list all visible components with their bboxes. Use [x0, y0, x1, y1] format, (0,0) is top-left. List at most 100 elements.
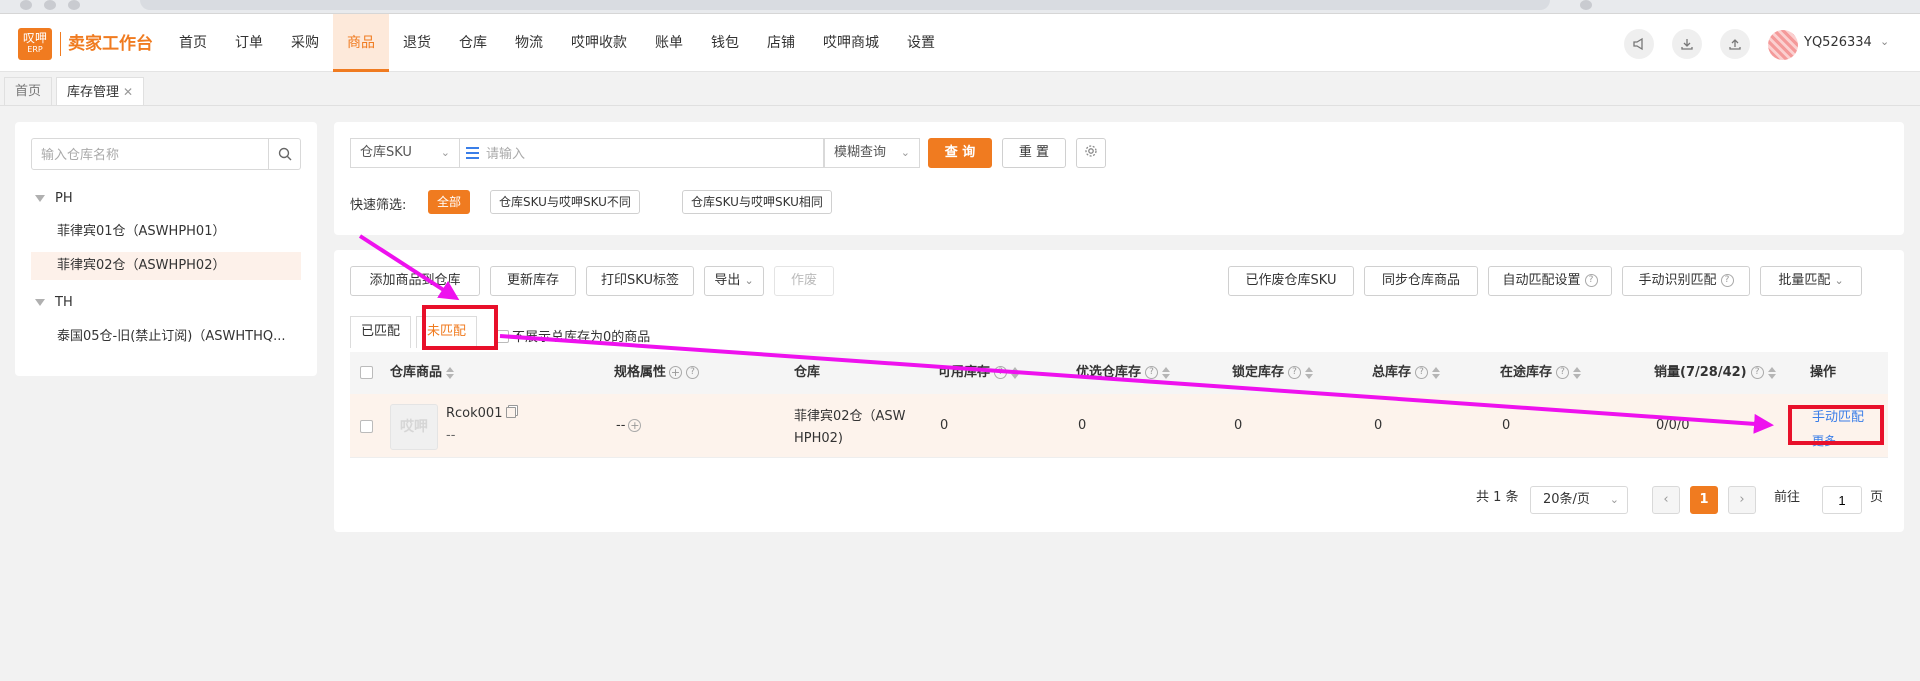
voided-sku-button[interactable]: 已作废仓库SKU	[1228, 266, 1354, 296]
add-circle-icon[interactable]: +	[669, 366, 683, 379]
username[interactable]: YQ526334	[1804, 35, 1872, 50]
browser-reload-icon[interactable]	[68, 0, 80, 10]
print-sku-label-button[interactable]: 打印SKU标签	[586, 266, 694, 296]
quick-filter-all[interactable]: 全部	[428, 190, 471, 214]
tree-group-ph[interactable]: PH	[31, 185, 301, 213]
goto-page-input[interactable]	[1823, 487, 1861, 513]
logo-text: 叹呷	[22, 31, 47, 45]
manual-match-link[interactable]: 手动匹配	[1812, 406, 1864, 425]
app-logo[interactable]: 叹呷 ERP	[18, 28, 52, 60]
export-button[interactable]: 导出 ⌄	[704, 266, 764, 296]
add-circle-icon[interactable]: +	[628, 419, 642, 432]
match-mode-select[interactable]: 模糊查询 ⌄	[824, 138, 920, 168]
next-page-button[interactable]: ›	[1728, 486, 1756, 514]
sort-icon[interactable]	[1162, 366, 1171, 379]
sort-icon[interactable]	[1011, 366, 1020, 379]
browser-toolbar	[0, 0, 1920, 14]
more-actions-link[interactable]: 更多 ⌄	[1812, 432, 1850, 449]
warehouse-search-input[interactable]	[32, 139, 270, 169]
megaphone-icon[interactable]	[1624, 29, 1654, 59]
download-icon[interactable]	[1672, 29, 1702, 59]
chevron-down-icon[interactable]: ⌄	[1880, 35, 1889, 48]
sort-icon[interactable]	[1305, 366, 1314, 379]
close-icon[interactable]: ✕	[123, 85, 133, 99]
column-label: 仓库商品	[390, 365, 443, 380]
table-row: 哎呷 Rcok001 -- -- + 菲律宾02仓（ASW HPH02) 0 0 0…	[350, 394, 1888, 458]
tree-group-th[interactable]: TH	[31, 289, 301, 317]
column-available-stock[interactable]: 可用库存?	[938, 352, 1020, 394]
search-button[interactable]	[268, 139, 300, 169]
tree-item-aswhph01[interactable]: 菲律宾01仓（ASWHPH01）	[31, 218, 301, 246]
tab-unmatched[interactable]: 未匹配	[416, 316, 478, 348]
caret-down-icon[interactable]	[35, 299, 45, 306]
batch-match-button[interactable]: 批量匹配 ⌄	[1760, 266, 1862, 296]
nav-item-settings[interactable]: 设置	[893, 14, 949, 72]
manual-identify-match-button[interactable]: 手动识别匹配?	[1622, 266, 1750, 296]
tree-item-aswhph02[interactable]: 菲律宾02仓（ASWHPH02）	[31, 252, 301, 280]
row-checkbox[interactable]	[360, 419, 373, 434]
keyword-input[interactable]	[486, 139, 816, 167]
update-stock-button[interactable]: 更新库存	[490, 266, 576, 296]
column-locked-stock[interactable]: 锁定库存?	[1232, 352, 1314, 394]
quick-filter-sku-different[interactable]: 仓库SKU与哎呷SKU不同	[490, 190, 640, 214]
product-sku: Rcok001	[446, 406, 517, 421]
quick-filter-sku-same[interactable]: 仓库SKU与哎呷SKU相同	[682, 190, 832, 214]
browser-forward-icon[interactable]	[44, 0, 56, 10]
column-label: 总库存	[1372, 365, 1412, 380]
sales-value: 0/0/0	[1656, 418, 1690, 433]
column-total-stock[interactable]: 总库存?	[1372, 352, 1441, 394]
reset-button[interactable]: 重 置	[1002, 138, 1066, 168]
browser-back-icon[interactable]	[20, 0, 32, 10]
sku-field-select[interactable]: 仓库SKU ⌄	[350, 138, 460, 168]
page-suffix: 页	[1870, 490, 1884, 505]
list-search-icon	[466, 147, 479, 159]
avatar[interactable]	[1768, 30, 1798, 60]
column-label: 锁定库存	[1232, 365, 1285, 380]
page-tab-inventory[interactable]: 库存管理 ✕	[56, 77, 145, 105]
nav-item-warehouse[interactable]: 仓库	[445, 14, 501, 72]
nav-item-orders[interactable]: 订单	[221, 14, 277, 72]
select-all-checkbox[interactable]	[360, 352, 373, 394]
sort-icon[interactable]	[1573, 366, 1582, 379]
nav-item-purchase[interactable]: 采购	[277, 14, 333, 72]
copy-icon[interactable]	[506, 407, 517, 418]
nav-item-bills[interactable]: 账单	[641, 14, 697, 72]
settings-gear-button[interactable]	[1076, 138, 1106, 168]
page-size-select[interactable]: 20条/页 ⌄	[1530, 486, 1628, 514]
product-sub: --	[446, 428, 456, 443]
page-tab-home[interactable]: 首页	[4, 77, 53, 105]
prev-page-button[interactable]: ‹	[1652, 486, 1680, 514]
browser-address-bar[interactable]	[140, 0, 1550, 10]
sort-icon[interactable]	[1767, 366, 1776, 379]
auto-match-settings-button[interactable]: 自动匹配设置?	[1488, 266, 1612, 296]
page-number-1[interactable]: 1	[1690, 486, 1718, 514]
nav-item-products[interactable]: 商品	[333, 14, 389, 72]
nav-item-logistics[interactable]: 物流	[501, 14, 557, 72]
nav-item-payments[interactable]: 哎呷收款	[557, 14, 641, 72]
tab-matched[interactable]: 已匹配	[350, 316, 412, 348]
column-in-transit-stock[interactable]: 在途库存?	[1500, 352, 1582, 394]
sort-icon[interactable]	[446, 366, 455, 379]
caret-down-icon[interactable]	[35, 195, 45, 202]
nav-item-wallet[interactable]: 钱包	[697, 14, 753, 72]
upload-icon[interactable]	[1720, 29, 1750, 59]
hide-zero-stock-checkbox[interactable]: 不展示总库存为0的商品	[496, 326, 650, 345]
nav-item-returns[interactable]: 退货	[389, 14, 445, 72]
column-preferred-stock[interactable]: 优选仓库存?	[1076, 352, 1171, 394]
sync-warehouse-products-button[interactable]: 同步仓库商品	[1364, 266, 1478, 296]
query-button[interactable]: 查 询	[928, 138, 992, 168]
nav-item-mall[interactable]: 哎呷商城	[809, 14, 893, 72]
inventory-table-panel: 添加商品到仓库 更新库存 打印SKU标签 导出 ⌄ 作废 已作废仓库SKU 同步…	[334, 250, 1904, 532]
tree-item-aswhthq[interactable]: 泰国05仓-旧(禁止订阅)（ASWHTHQ...	[31, 323, 301, 351]
nav-item-stores[interactable]: 店铺	[753, 14, 809, 72]
column-sales[interactable]: 销量(7/28/42)?	[1654, 352, 1776, 394]
column-warehouse-product[interactable]: 仓库商品	[390, 352, 455, 394]
chevron-down-icon: ⌄	[900, 146, 910, 159]
nav-item-home[interactable]: 首页	[165, 14, 221, 72]
sort-icon[interactable]	[1432, 366, 1441, 379]
void-button[interactable]: 作废	[774, 266, 834, 296]
browser-extension-icon[interactable]	[1580, 0, 1592, 10]
add-product-to-warehouse-button[interactable]: 添加商品到仓库	[350, 266, 480, 296]
table-header: 仓库商品 规格属性 +? 仓库 可用库存? 优选仓库存? 锁定库存? 总库存? 在…	[350, 352, 1888, 394]
checkbox[interactable]	[496, 330, 509, 343]
